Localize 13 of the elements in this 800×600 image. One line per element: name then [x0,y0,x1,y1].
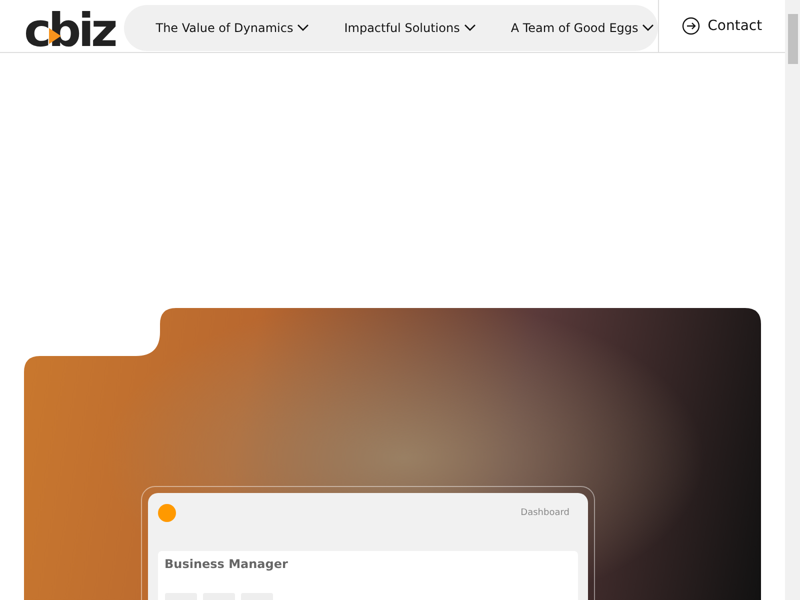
scrollbar-thumb[interactable] [788,14,798,64]
nav-menu-link[interactable]: Impactful Solutions [344,21,476,35]
scrollbar[interactable] [785,0,800,600]
arrow-circle-icon [682,17,700,35]
card-title: Business Manager [164,557,289,571]
nav-menu-link[interactable]: A Team of Good Eggs [510,21,654,35]
play-triangle-icon [49,28,61,44]
chevron-down-icon [297,24,310,32]
chevron-down-icon [464,24,476,32]
logo[interactable]: cbiz [24,10,115,52]
dashboard-logo-dot [158,504,176,522]
chevron-down-icon [642,24,654,32]
nav-menu-link[interactable]: The Value of Dynamics [156,21,310,35]
